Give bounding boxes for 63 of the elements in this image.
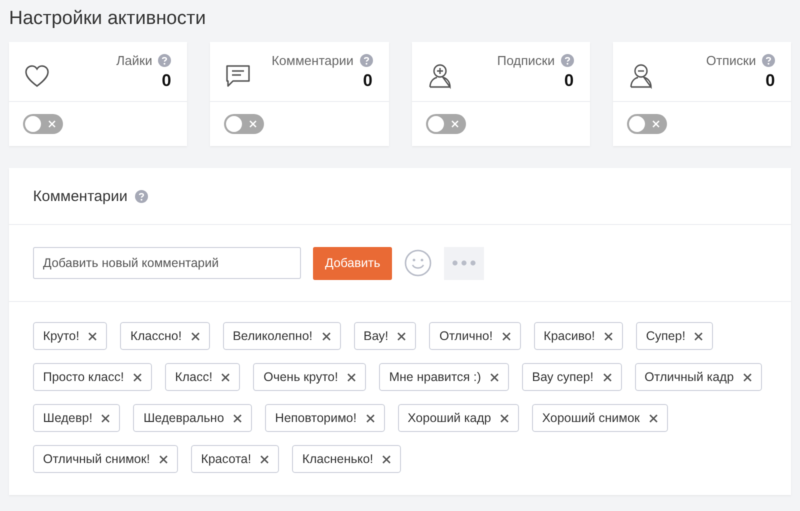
close-icon[interactable]: [382, 454, 392, 464]
close-icon[interactable]: [490, 372, 499, 382]
tag-text: Отличный кадр: [644, 370, 734, 384]
close-icon[interactable]: [694, 332, 704, 340]
stat-count: 0: [766, 71, 775, 91]
close-icon[interactable]: [500, 414, 510, 422]
tag-text: Шедеврально: [143, 411, 224, 425]
stat-label: Комментарии: [272, 53, 354, 68]
close-icon[interactable]: [132, 372, 142, 382]
dots-icon: [452, 260, 476, 266]
close-icon[interactable]: [648, 414, 658, 422]
close-icon[interactable]: [602, 372, 612, 382]
tag-text: Просто класс!: [43, 370, 124, 384]
tag-text: Круто!: [43, 329, 80, 343]
tag-text: Вау!: [364, 329, 388, 343]
tag-text: Класс!: [174, 370, 212, 384]
close-icon[interactable]: [322, 332, 330, 340]
close-icon[interactable]: [397, 332, 406, 340]
toggle-switch[interactable]: [224, 114, 264, 134]
close-icon[interactable]: [502, 332, 511, 340]
close-icon[interactable]: [604, 332, 614, 340]
panel-title: Комментарии: [33, 188, 128, 204]
stat-count: 0: [162, 71, 172, 91]
close-icon[interactable]: [158, 454, 168, 464]
tag-text: Класненько!: [302, 452, 374, 466]
tag-text: Очень круто!: [263, 370, 338, 384]
x-icon: [249, 120, 258, 128]
tag-text: Красиво!: [544, 329, 596, 343]
page-title: Настройки активности: [9, 8, 206, 30]
close-icon[interactable]: [190, 332, 200, 340]
stat-label: Отписки: [706, 53, 756, 68]
comment-input[interactable]: Добавить новый комментарий: [33, 247, 301, 279]
tag-text: Хороший кадр: [408, 411, 492, 425]
toggle-switch[interactable]: [23, 114, 63, 134]
stat-count: 0: [564, 71, 574, 91]
close-icon[interactable]: [221, 372, 230, 382]
tag-text: Отличный снимок!: [43, 452, 150, 466]
add-button[interactable]: Добавить: [313, 246, 392, 280]
x-icon: [652, 120, 660, 128]
close-icon[interactable]: [366, 414, 375, 422]
close-icon[interactable]: [742, 372, 752, 382]
tag-text: Классно!: [130, 329, 182, 343]
tag-text: Супер!: [646, 329, 686, 343]
close-icon[interactable]: [88, 332, 98, 340]
tag-text: Неповторимо!: [275, 411, 357, 425]
stat-label: Подписки: [497, 53, 555, 68]
x-icon: [450, 120, 458, 128]
tag-text: Вау супер!: [532, 370, 594, 384]
close-icon[interactable]: [260, 454, 270, 464]
close-icon[interactable]: [101, 414, 110, 422]
close-icon[interactable]: [233, 414, 242, 422]
stat-count: 0: [363, 71, 372, 91]
tag-text: Красота!: [200, 452, 252, 466]
tag-text: Великолепно!: [232, 329, 312, 343]
tag-text: Шедевр!: [43, 411, 92, 425]
tag-text: Отлично!: [439, 329, 493, 343]
x-icon: [48, 120, 56, 128]
tag-text: Мне нравится :): [389, 370, 481, 384]
close-icon[interactable]: [347, 372, 356, 382]
toggle-switch[interactable]: [626, 114, 667, 134]
stat-label: Лайки: [116, 53, 152, 68]
tag-text: Хороший снимок: [542, 411, 640, 425]
toggle-switch[interactable]: [426, 114, 466, 134]
